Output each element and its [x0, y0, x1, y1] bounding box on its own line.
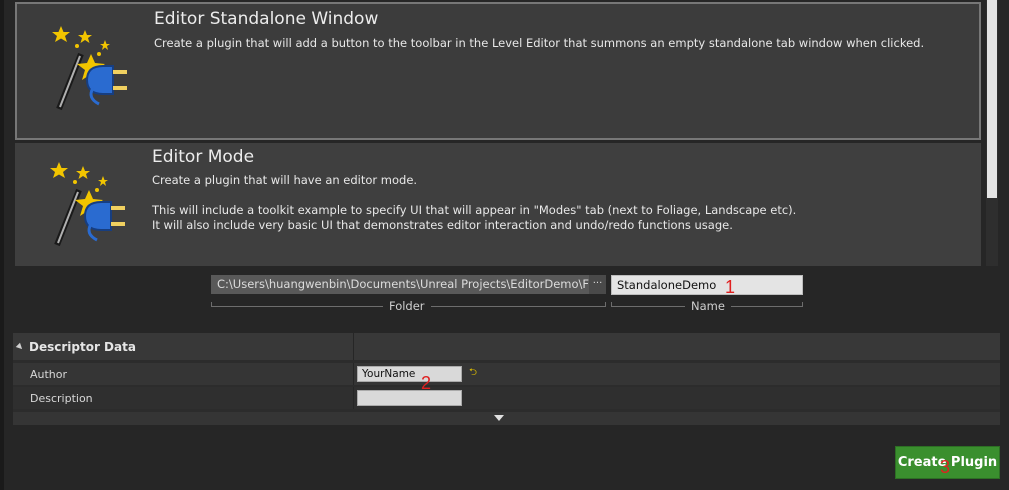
folder-path-field[interactable]: C:\Users\huangwenbin\Documents\Unreal Pr…: [211, 275, 593, 294]
plugin-name-input[interactable]: StandaloneDemo: [611, 275, 803, 295]
column-divider: [353, 363, 354, 385]
browse-folder-button[interactable]: ···: [589, 275, 606, 294]
name-caption: Name: [685, 299, 731, 313]
advanced-expand-bar[interactable]: [13, 412, 1000, 425]
descriptor-row-description: Description: [13, 387, 1000, 409]
template-title: Editor Mode: [152, 147, 255, 167]
template-editor-standalone-window[interactable]: Editor Standalone Window Create a plugin…: [15, 2, 981, 140]
annotation-number: 3: [940, 457, 951, 477]
scrollbar-thumb[interactable]: [987, 0, 997, 198]
folder-caption: Folder: [383, 299, 431, 313]
template-description: Create a plugin that will have an editor…: [152, 173, 972, 233]
column-divider: [353, 333, 354, 360]
magic-wand-plug-icon: [50, 162, 125, 247]
template-description: Create a plugin that will add a button t…: [154, 36, 925, 50]
template-editor-mode[interactable]: Editor Mode Create a plugin that will ha…: [15, 143, 981, 266]
expand-arrow-icon[interactable]: [494, 415, 504, 421]
template-title: Editor Standalone Window: [154, 9, 379, 29]
collapse-triangle-icon[interactable]: [15, 342, 25, 352]
template-list: Editor Standalone Window Create a plugin…: [13, 0, 985, 266]
descriptor-panel: Descriptor Data Author YourName ⮌ Descri…: [13, 333, 1000, 425]
descriptor-header[interactable]: Descriptor Data: [13, 333, 1000, 360]
magic-wand-plug-icon: [52, 26, 127, 111]
description-label: Description: [30, 392, 93, 405]
window-edge: [0, 0, 4, 490]
description-input[interactable]: [357, 390, 462, 406]
reset-to-default-icon[interactable]: ⮌: [469, 367, 477, 379]
author-input[interactable]: YourName: [357, 366, 462, 382]
description-line: This will include a toolkit example to s…: [152, 203, 797, 217]
description-line: [152, 188, 972, 203]
column-divider: [353, 387, 354, 409]
author-label: Author: [30, 368, 68, 381]
descriptor-row-author: Author YourName ⮌: [13, 363, 1000, 385]
descriptor-title: Descriptor Data: [29, 340, 136, 354]
description-line: Create a plugin that will have an editor…: [152, 173, 418, 187]
annotation-number: 1: [725, 277, 736, 297]
annotation-number: 2: [421, 373, 432, 393]
description-line: It will also include very basic UI that …: [152, 218, 733, 232]
